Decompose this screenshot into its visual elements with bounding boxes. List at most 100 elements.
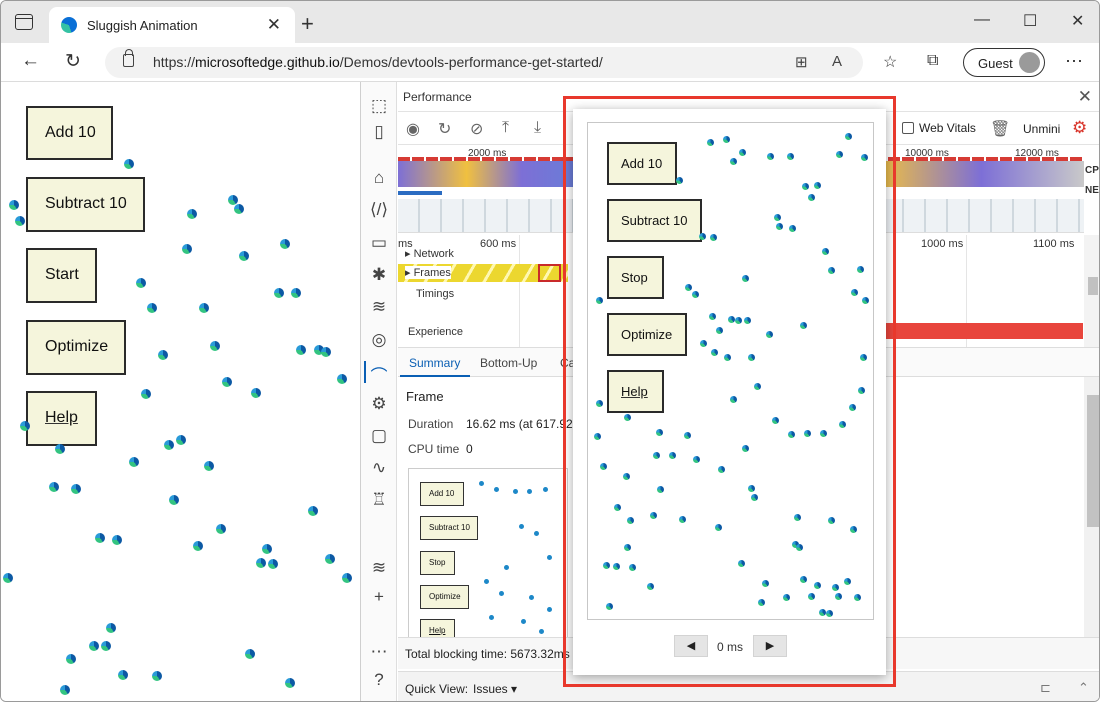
moving-dot: [256, 558, 266, 568]
refresh-icon[interactable]: ↻: [65, 50, 81, 73]
lock-icon[interactable]: [123, 49, 134, 67]
scroll-thumb[interactable]: [1087, 395, 1099, 527]
application-icon[interactable]: ▢: [369, 426, 389, 446]
moving-dot: [66, 654, 76, 664]
moving-dot: [101, 641, 111, 651]
thumb-subtract-button: Subtract 10: [420, 516, 478, 540]
window-close-icon[interactable]: ✕: [1071, 11, 1084, 31]
read-aloud-icon[interactable]: A: [832, 53, 842, 70]
summary-scrollbar[interactable]: [1084, 377, 1099, 637]
summary-heading: Frame: [406, 389, 444, 404]
customize-more-icon[interactable]: ⋯: [369, 642, 389, 662]
tab-summary[interactable]: Summary: [409, 356, 460, 370]
frames-track-label[interactable]: ▸ Frames: [405, 266, 451, 279]
scroll-thumb[interactable]: [1088, 277, 1098, 295]
css-overview-brush-icon[interactable]: ♖: [369, 490, 389, 510]
performance-monitor-icon[interactable]: ∿: [369, 458, 389, 478]
subtract-10-button[interactable]: Subtract 10: [26, 177, 145, 232]
reload-record-icon[interactable]: ↻: [438, 119, 451, 139]
frame-screenshot-thumbnail[interactable]: Add 10 Subtract 10 Stop Optimize Help: [408, 468, 568, 638]
issues-bulb-icon[interactable]: ◎: [369, 330, 389, 350]
moving-dot: [141, 389, 151, 399]
app-available-icon[interactable]: ⊞: [795, 53, 808, 71]
checkbox-box[interactable]: [902, 122, 914, 134]
trash-icon[interactable]: 🗑: [990, 119, 1010, 139]
minimize-icon[interactable]: —: [974, 11, 990, 29]
device-emulation-icon[interactable]: ▯: [369, 122, 389, 142]
moving-dot: [337, 374, 347, 384]
network-track-label[interactable]: ▸ Network: [405, 247, 454, 260]
devtools-close-icon[interactable]: ✕: [1078, 87, 1092, 107]
dock-icon[interactable]: ⊏: [1040, 680, 1051, 696]
collections-icon[interactable]: ⧉: [927, 52, 938, 70]
active-tool-indicator: [364, 361, 366, 383]
thumb-dot: [494, 487, 499, 492]
tab-close-icon[interactable]: ✕: [267, 15, 281, 35]
thumb-help-button: Help: [420, 619, 455, 637]
sources-bug-icon[interactable]: ✱: [369, 265, 389, 285]
web-vitals-checkbox[interactable]: Web Vitals: [902, 121, 976, 135]
moving-dot: [9, 200, 19, 210]
thumb-dot: [484, 579, 489, 584]
tab-active[interactable]: Sluggish Animation ✕: [49, 7, 295, 43]
address-bar[interactable]: https://microsoftedge.github.io/Demos/de…: [105, 47, 863, 78]
quick-view-select[interactable]: Issues ▾: [473, 682, 517, 696]
page-content: Add 10 Subtract 10 Start Optimize Help: [1, 82, 360, 701]
layout-shift-bar[interactable]: [886, 323, 1083, 339]
moving-dot: [296, 345, 306, 355]
url-text[interactable]: https://microsoftedge.github.io/Demos/de…: [153, 54, 603, 70]
thumb-dot: [519, 524, 524, 529]
selected-frame[interactable]: [538, 264, 561, 282]
moving-dot: [280, 239, 290, 249]
elements-icon[interactable]: ⟨/⟩: [369, 200, 389, 220]
memory-chip-icon[interactable]: ⚙: [369, 394, 389, 414]
thumb-dot: [504, 565, 509, 570]
expand-up-icon[interactable]: ⌃: [1078, 680, 1089, 696]
help-icon[interactable]: ?: [369, 670, 389, 690]
help-button[interactable]: Help: [26, 391, 97, 446]
maximize-icon[interactable]: ☐: [1023, 11, 1037, 31]
tool-title: Performance: [403, 90, 472, 104]
moving-dot: [251, 388, 261, 398]
moving-dot: [55, 444, 65, 454]
unminify-label[interactable]: Unmini: [1023, 122, 1060, 136]
duration-label: Duration: [408, 417, 454, 431]
back-icon[interactable]: ←: [21, 50, 40, 72]
moving-dot: [15, 216, 25, 226]
upload-icon[interactable]: ⤒: [502, 119, 509, 137]
favorites-icon[interactable]: ☆: [883, 52, 897, 72]
thumb-dot: [547, 607, 552, 612]
console-icon[interactable]: ▭: [369, 233, 389, 253]
clear-icon[interactable]: ⊘: [470, 119, 483, 139]
profile-button[interactable]: Guest: [963, 48, 1045, 77]
new-tab-icon[interactable]: +: [301, 11, 314, 37]
tab-actions-icon[interactable]: [15, 14, 33, 30]
optimize-button[interactable]: Optimize: [26, 320, 126, 375]
download-icon[interactable]: ⤓: [534, 119, 541, 137]
moving-dot: [268, 559, 278, 569]
network-wifi-icon[interactable]: ≋: [369, 297, 389, 317]
moving-dot: [204, 461, 214, 471]
start-button[interactable]: Start: [26, 248, 97, 303]
tracks-scrollbar[interactable]: [1084, 235, 1099, 347]
thumb-dot: [521, 619, 526, 624]
cpu-time-label: CPU time: [408, 442, 460, 456]
welcome-home-icon[interactable]: ⌂: [369, 168, 389, 188]
tab-bottom-up[interactable]: Bottom-Up: [480, 356, 537, 370]
moving-dot: [234, 204, 244, 214]
experience-track-label[interactable]: Experience: [408, 326, 463, 338]
moving-dot: [129, 457, 139, 467]
settings-gear-icon[interactable]: ⚙: [1072, 118, 1087, 138]
moving-dot: [158, 350, 168, 360]
record-icon[interactable]: ◉: [406, 119, 420, 139]
more-tools-plus-icon[interactable]: +: [369, 587, 389, 607]
network-conditions-icon[interactable]: ≋: [369, 558, 389, 578]
more-options-icon[interactable]: ⋯: [1065, 51, 1083, 72]
address-bar-row: ← ↻ https://microsoftedge.github.io/Demo…: [1, 43, 1099, 82]
moving-dot: [308, 506, 318, 516]
thumb-dot: [489, 615, 494, 620]
performance-icon[interactable]: ⌒: [369, 362, 389, 387]
inspect-icon[interactable]: ⬚: [369, 96, 389, 116]
add-10-button[interactable]: Add 10: [26, 106, 113, 160]
timings-track-label[interactable]: Timings: [416, 288, 454, 300]
